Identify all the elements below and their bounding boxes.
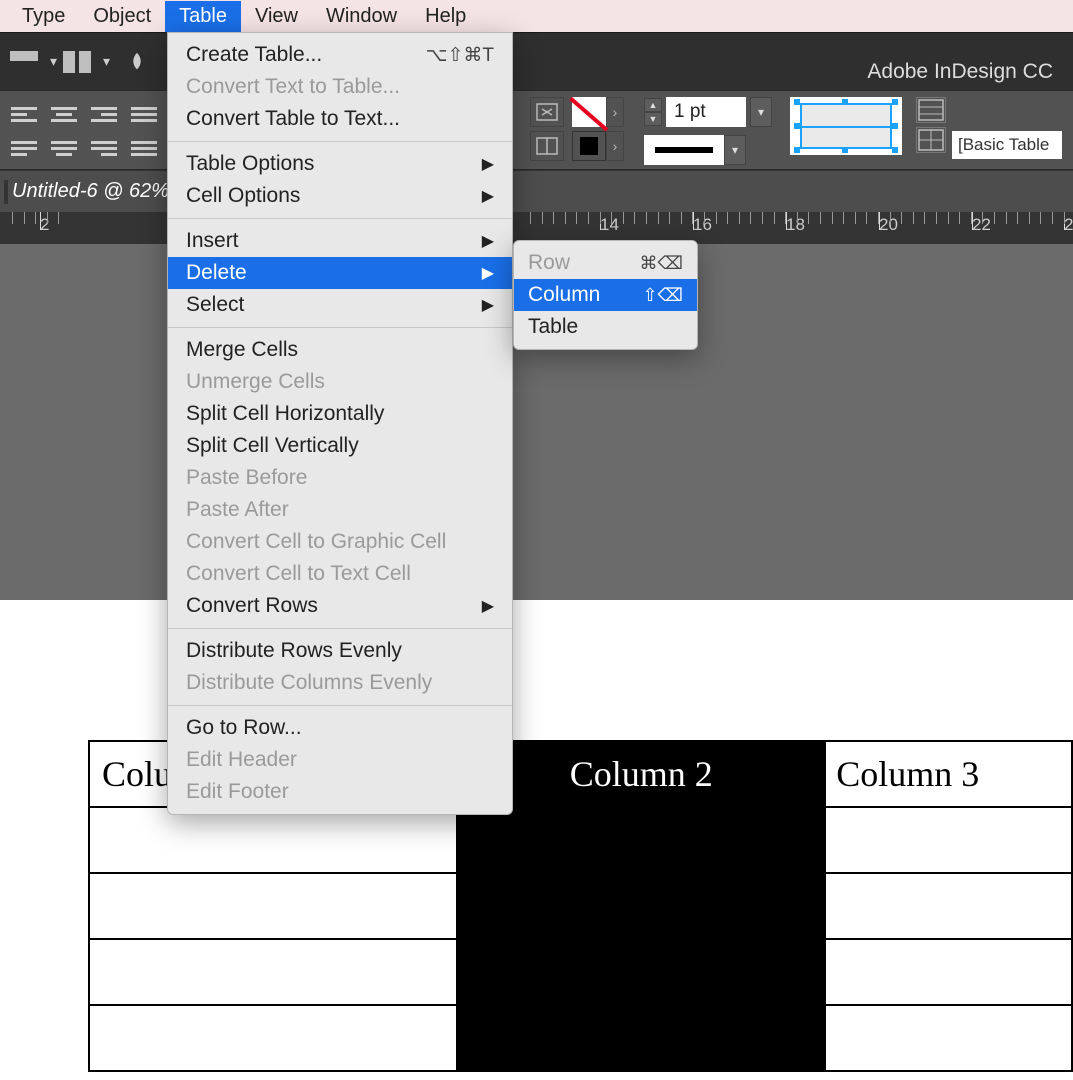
shortcut-label: ⇧⌫ xyxy=(642,285,683,306)
align-justify-button[interactable] xyxy=(125,98,163,130)
gpu-preview-icon[interactable] xyxy=(126,51,148,73)
fill-swatch[interactable] xyxy=(572,131,606,161)
justify-last-center-button[interactable] xyxy=(45,132,83,164)
menu-insert[interactable]: Insert▶ xyxy=(168,225,512,257)
menubar: Type Object Table View Window Help xyxy=(0,0,1073,32)
menu-go-to-row[interactable]: Go to Row... xyxy=(168,712,512,744)
table-cell[interactable] xyxy=(825,1005,1072,1071)
fill-swatch-dropdown[interactable]: › xyxy=(606,131,624,161)
table-cell[interactable] xyxy=(89,939,457,1005)
shortcut-label: ⌘⌫ xyxy=(640,253,683,274)
justify-last-right-button[interactable] xyxy=(85,132,123,164)
align-center-button[interactable] xyxy=(45,98,83,130)
submenu-arrow-icon: ▶ xyxy=(482,295,494,315)
stroke-swatch[interactable] xyxy=(572,97,606,127)
menu-split-vertically[interactable]: Split Cell Vertically xyxy=(168,430,512,462)
window-split-icon[interactable] xyxy=(63,51,91,73)
menu-unmerge-cells: Unmerge Cells xyxy=(168,366,512,398)
menu-convert-table-to-text[interactable]: Convert Table to Text... xyxy=(168,103,512,135)
table-cell-selected[interactable] xyxy=(457,807,825,873)
submenu-arrow-icon: ▶ xyxy=(482,263,494,283)
submenu-delete-column[interactable]: Column ⇧⌫ xyxy=(514,279,697,311)
menu-view[interactable]: View xyxy=(241,1,312,32)
col2-header: Column 2 xyxy=(570,754,713,794)
menu-merge-cells[interactable]: Merge Cells xyxy=(168,334,512,366)
col3-header: Column 3 xyxy=(836,754,979,794)
stroke-swatch-dropdown[interactable]: › xyxy=(606,97,624,127)
table-cell[interactable]: Column 3 xyxy=(825,741,1072,807)
menu-cell-options[interactable]: Cell Options▶ xyxy=(168,180,512,212)
table-cell[interactable] xyxy=(89,807,457,873)
menu-separator xyxy=(168,628,512,629)
stroke-weight-field[interactable]: 1 pt xyxy=(666,97,746,127)
stroke-weight-up[interactable]: ▲ xyxy=(644,98,662,112)
app-brand-label: Adobe InDesign CC xyxy=(867,60,1053,84)
menu-distribute-rows[interactable]: Distribute Rows Evenly xyxy=(168,635,512,667)
justify-full-button[interactable] xyxy=(125,132,163,164)
menu-separator xyxy=(168,327,512,328)
submenu-delete-table[interactable]: Table xyxy=(514,311,697,343)
menu-table-options[interactable]: Table Options▶ xyxy=(168,148,512,180)
window-arrangement-icon[interactable] xyxy=(10,51,38,73)
table-cell[interactable] xyxy=(825,807,1072,873)
menu-edit-header: Edit Header xyxy=(168,744,512,776)
chevron-down-icon[interactable]: ▾ xyxy=(97,53,116,70)
delete-submenu: Row ⌘⌫ Column ⇧⌫ Table xyxy=(513,240,698,350)
merge-cells-button[interactable] xyxy=(530,97,564,127)
justify-last-left-button[interactable] xyxy=(5,132,43,164)
unmerge-cells-button[interactable] xyxy=(530,131,564,161)
menu-type[interactable]: Type xyxy=(8,1,79,32)
table-cell-selected[interactable] xyxy=(457,1005,825,1071)
menu-help[interactable]: Help xyxy=(411,1,480,32)
menu-delete[interactable]: Delete▶ xyxy=(168,257,512,289)
stroke-type-field[interactable] xyxy=(644,135,724,165)
menu-create-table[interactable]: Create Table... ⌥⇧⌘T xyxy=(168,39,512,71)
table-cell[interactable] xyxy=(825,873,1072,939)
submenu-arrow-icon: ▶ xyxy=(482,186,494,206)
table-cell[interactable] xyxy=(825,939,1072,1005)
table-row xyxy=(89,1005,1072,1071)
document-tab-strip: Untitled-6 @ 62% [GP xyxy=(0,170,1073,212)
menu-convert-to-text-cell: Convert Cell to Text Cell xyxy=(168,558,512,590)
cell-style-icon[interactable] xyxy=(916,127,946,153)
menu-paste-before: Paste Before xyxy=(168,462,512,494)
shortcut-label: ⌥⇧⌘T xyxy=(426,44,494,67)
table-row xyxy=(89,807,1072,873)
table-cell-selected[interactable] xyxy=(457,939,825,1005)
menu-convert-text-to-table: Convert Text to Table... xyxy=(168,71,512,103)
submenu-arrow-icon: ▶ xyxy=(482,154,494,174)
menu-object[interactable]: Object xyxy=(79,1,165,32)
menu-separator xyxy=(168,218,512,219)
menu-distribute-columns: Distribute Columns Evenly xyxy=(168,667,512,699)
menu-convert-rows[interactable]: Convert Rows▶ xyxy=(168,590,512,622)
menu-separator xyxy=(168,705,512,706)
submenu-arrow-icon: ▶ xyxy=(482,231,494,251)
menu-split-horizontally[interactable]: Split Cell Horizontally xyxy=(168,398,512,430)
table-menu-dropdown: Create Table... ⌥⇧⌘T Convert Text to Tab… xyxy=(167,32,513,815)
menu-convert-to-graphic-cell: Convert Cell to Graphic Cell xyxy=(168,526,512,558)
table-cell-selected[interactable] xyxy=(457,873,825,939)
menu-separator xyxy=(168,141,512,142)
menu-edit-footer: Edit Footer xyxy=(168,776,512,808)
chevron-down-icon[interactable]: ▾ xyxy=(44,53,63,70)
align-left-button[interactable] xyxy=(5,98,43,130)
table-control-panel: › › ▲ ▼ 1 pt ▾ ▾ xyxy=(0,90,1073,170)
submenu-delete-row: Row ⌘⌫ xyxy=(514,247,697,279)
table-cell[interactable] xyxy=(89,873,457,939)
submenu-arrow-icon: ▶ xyxy=(482,596,494,616)
stroke-weight-down[interactable]: ▼ xyxy=(644,112,662,126)
table-cell[interactable] xyxy=(89,1005,457,1071)
menu-window[interactable]: Window xyxy=(312,1,411,32)
table-row xyxy=(89,939,1072,1005)
stroke-type-dropdown[interactable]: ▾ xyxy=(724,135,746,165)
menu-select[interactable]: Select▶ xyxy=(168,289,512,321)
align-right-button[interactable] xyxy=(85,98,123,130)
stroke-weight-dropdown[interactable]: ▾ xyxy=(750,97,772,127)
table-style-field[interactable]: [Basic Table xyxy=(952,131,1062,159)
table-style-icon[interactable] xyxy=(916,97,946,123)
menu-table[interactable]: Table xyxy=(165,1,241,32)
table-row xyxy=(89,873,1072,939)
menu-paste-after: Paste After xyxy=(168,494,512,526)
cell-stroke-proxy[interactable] xyxy=(790,97,902,155)
